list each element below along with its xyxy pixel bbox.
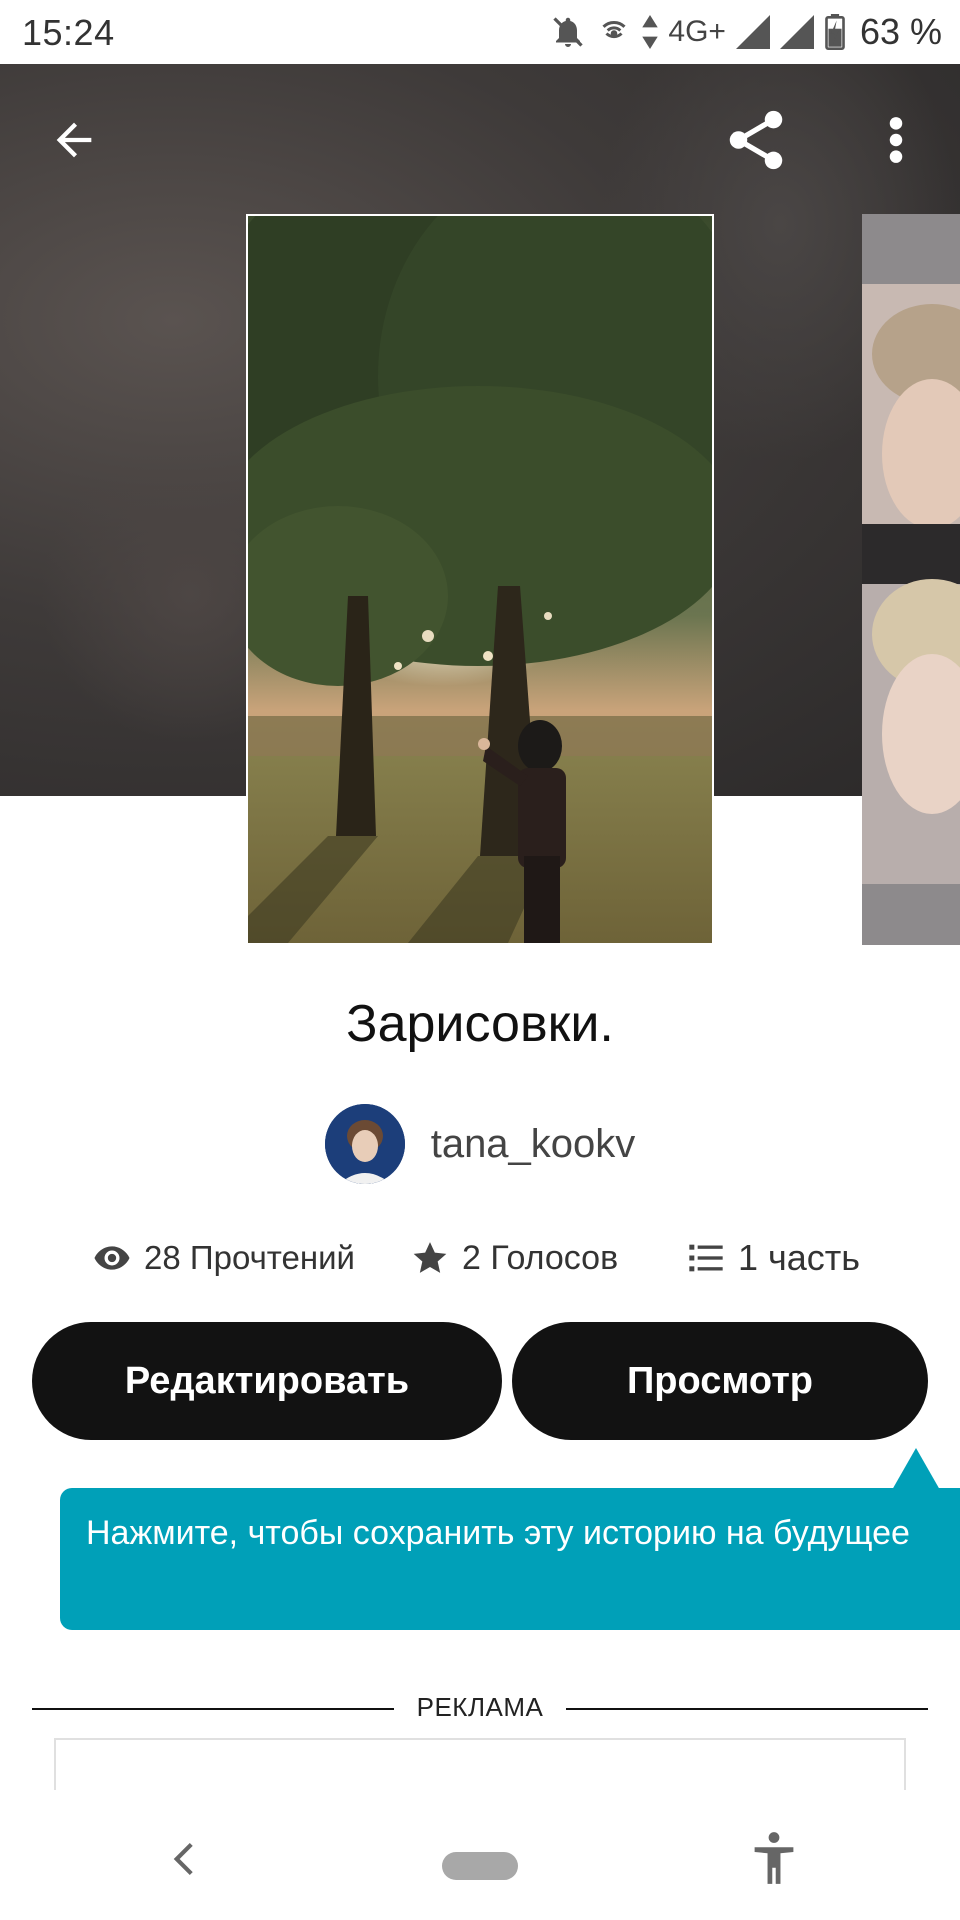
nav-back-icon (173, 1842, 193, 1876)
eye-icon (94, 1246, 130, 1270)
ad-label: РЕКЛАМА (394, 1692, 566, 1723)
home-pill-button[interactable] (442, 1852, 518, 1880)
story-stats: 28 Прочтений 2 Голосов 1 часть (0, 1228, 960, 1288)
status-bar: 15:24 4G+ 63 % (0, 0, 960, 64)
data-arrows-icon (642, 15, 659, 49)
network-type: 4G+ (668, 15, 726, 48)
arrow-left-icon (56, 122, 92, 158)
view-button[interactable]: Просмотр (512, 1322, 928, 1440)
list-icon (689, 1244, 723, 1272)
cover-image (862, 214, 960, 945)
cover-image (248, 216, 712, 943)
votes-count: 2 Голосов (462, 1238, 619, 1277)
reads-count: 28 Прочтений (144, 1239, 355, 1276)
reads-stat: 28 Прочтений (92, 1228, 355, 1288)
battery-icon (824, 14, 846, 50)
star-icon (413, 1242, 447, 1273)
author-name[interactable]: tana_kookv (431, 1122, 636, 1167)
back-button[interactable] (34, 100, 114, 180)
signal-icon (779, 15, 814, 49)
parts-stat: 1 часть (686, 1228, 860, 1288)
story-cover[interactable] (246, 214, 714, 945)
tooltip-arrow (892, 1448, 940, 1490)
hotspot-icon (596, 14, 632, 50)
signal-icon (735, 15, 770, 49)
share-icon (729, 110, 783, 170)
accessibility-icon (754, 1832, 794, 1884)
ad-container[interactable] (54, 1738, 906, 1798)
status-time: 15:24 (22, 12, 115, 53)
accessibility-button[interactable] (748, 1830, 800, 1886)
edit-button[interactable]: Редактировать (32, 1322, 502, 1440)
share-button[interactable] (716, 100, 796, 180)
nav-back-button[interactable] (160, 1834, 210, 1884)
status-icons: 4G+ 63 % (550, 10, 942, 54)
bell-off-icon (550, 14, 586, 50)
avatar[interactable] (324, 1104, 405, 1184)
author-row[interactable]: tana_kookv (0, 1104, 960, 1184)
system-nav-bar (0, 1790, 960, 1920)
save-story-tooltip[interactable]: Нажмите, чтобы сохранить эту историю на … (60, 1488, 960, 1630)
battery-percent: 63 % (859, 11, 942, 52)
parts-count: 1 часть (738, 1237, 861, 1278)
more-options-button[interactable] (856, 100, 936, 180)
next-story-cover[interactable] (862, 214, 960, 945)
story-title: Зарисовки. (346, 995, 614, 1053)
more-vertical-icon (889, 117, 903, 163)
votes-stat: 2 Голосов (410, 1228, 618, 1288)
